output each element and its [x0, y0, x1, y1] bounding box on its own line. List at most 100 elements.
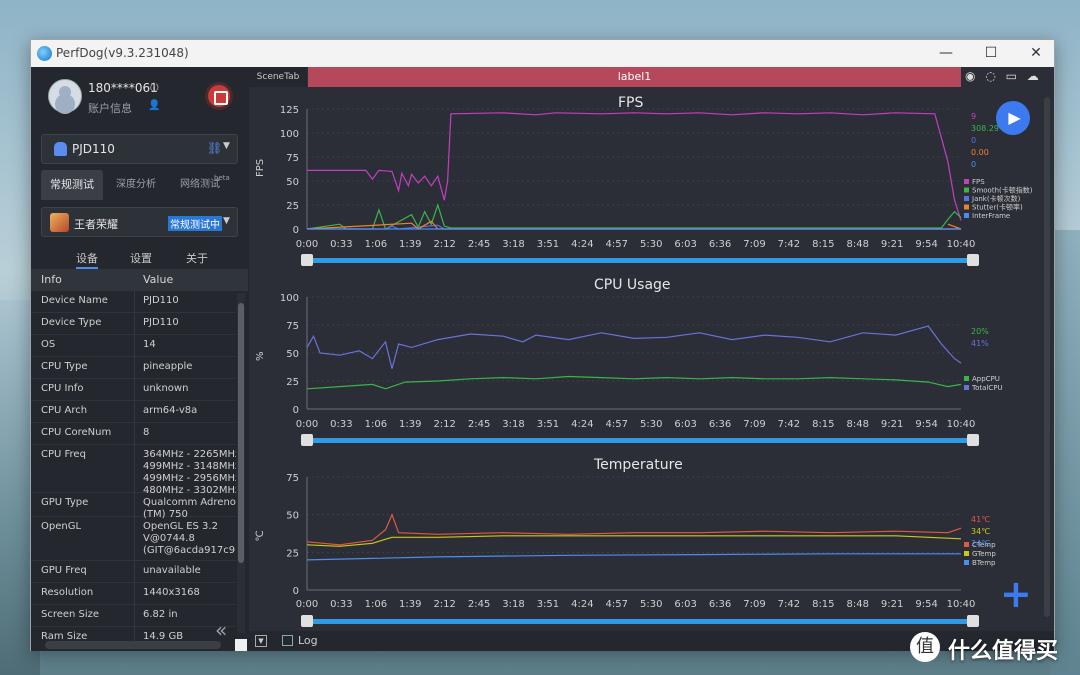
- row-separator: [134, 291, 135, 312]
- current-value-label: 41℃: [971, 515, 990, 524]
- info-value: PJD110: [143, 317, 179, 328]
- watermark-logo: 值: [910, 632, 940, 662]
- row-separator: [134, 493, 135, 516]
- location-pin-icon[interactable]: ◉: [965, 69, 975, 83]
- legend-label: FPS: [972, 178, 985, 186]
- stop-recording-button[interactable]: [205, 82, 233, 110]
- charts-svg: FPS FPS 0 25 50 75 100 125 0:00 0:33 1:06 1:39 2:12 2…: [255, 95, 1033, 627]
- legend-label: BTemp: [972, 559, 996, 567]
- x-tick-label: 4:57: [606, 419, 628, 430]
- info-key: Ram Size: [41, 631, 88, 641]
- logout-icon[interactable]: ⏻: [150, 81, 159, 95]
- scene-tab[interactable]: SceneTab: [249, 67, 307, 87]
- y-tick-label: 100: [280, 129, 299, 140]
- sidebar-horizontal-scrollbar[interactable]: [45, 641, 221, 649]
- current-value-label: 41%: [971, 339, 989, 348]
- current-value-label: 0: [971, 160, 976, 169]
- folder-icon[interactable]: ▭: [1006, 69, 1017, 83]
- current-value-label: 20%: [971, 327, 989, 336]
- x-tick-label: 5:30: [640, 599, 662, 610]
- legend-swatch: [964, 179, 969, 184]
- tab-device[interactable]: 设备: [76, 250, 98, 269]
- avatar[interactable]: [48, 79, 82, 113]
- info-value: unknown: [143, 383, 189, 394]
- slider-handle-left: [301, 254, 313, 266]
- info-value: arm64-v8a: [143, 405, 198, 416]
- sub-tabs: 设备 设置 关于: [31, 247, 249, 269]
- x-tick-label: 2:45: [468, 419, 490, 430]
- table-row: Ram Size 14.9 GB: [31, 627, 236, 641]
- chevron-down-icon[interactable]: ▼: [223, 216, 230, 226]
- table-row: GPU Freq unavailable: [31, 561, 236, 583]
- app-selector[interactable]: 王者荣耀 常规测试中 ▼: [41, 207, 238, 237]
- cloud-icon[interactable]: ☁: [1027, 69, 1039, 83]
- info-key: CPU CoreNum: [41, 427, 112, 438]
- series-line-0: [306, 375, 962, 390]
- x-tick-label: 6:03: [674, 599, 696, 610]
- tab-normal-test[interactable]: 常规测试: [41, 170, 103, 200]
- minimize-button[interactable]: —: [931, 42, 961, 64]
- log-expand-icon[interactable]: ▼: [255, 635, 267, 647]
- y-tick-label: 50: [286, 177, 299, 188]
- slider-handle-right: [967, 434, 979, 446]
- row-separator: [134, 335, 135, 356]
- tab-settings[interactable]: 设置: [130, 250, 152, 266]
- mode-tabs: 常规测试 深度分析 网络测试 beta: [41, 170, 238, 200]
- info-key: OpenGL: [41, 521, 82, 532]
- info-value: 14: [143, 339, 156, 350]
- x-tick-label: 1:06: [365, 599, 387, 610]
- x-tick-label: 6:36: [709, 419, 731, 430]
- x-tick-label: 1:39: [399, 599, 421, 610]
- column-header-value: Value: [143, 273, 174, 286]
- x-tick-label: 2:12: [433, 239, 455, 250]
- chart-1: CPU Usage% 0 25 50 75 100 0:00 0:33 1:06 1:39 2:12…: [255, 277, 1003, 446]
- x-tick-label: 3:18: [502, 239, 524, 250]
- table-row: Resolution 1440x3168: [31, 583, 236, 605]
- maximize-button[interactable]: ☐: [976, 42, 1006, 64]
- tab-deep-analysis[interactable]: 深度分析: [105, 170, 167, 200]
- slider-handle-left: [301, 434, 313, 446]
- y-tick-label: 75: [286, 321, 299, 332]
- x-tick-label: 1:06: [365, 239, 387, 250]
- chevron-down-icon[interactable]: ▼: [223, 141, 230, 151]
- scrollbar-thumb[interactable]: [238, 303, 244, 563]
- x-tick-label: 3:51: [537, 599, 559, 610]
- title-bar: PerfDog(v9.3.231048) — ☐ ✕: [31, 40, 1054, 67]
- collapse-sidebar-icon[interactable]: «: [215, 618, 227, 642]
- label-bar[interactable]: label1: [308, 67, 961, 87]
- perfdog-window: PerfDog(v9.3.231048) — ☐ ✕ 180****061 ⏻ …: [30, 39, 1055, 651]
- x-tick-label: 6:36: [709, 239, 731, 250]
- x-tick-label: 2:12: [433, 599, 455, 610]
- y-tick-label: 25: [286, 548, 299, 559]
- account-info-link[interactable]: 账户信息: [88, 100, 132, 116]
- watermark-text: 什么值得买: [948, 639, 1059, 664]
- table-row: CPU Info unknown: [31, 379, 236, 401]
- close-button[interactable]: ✕: [1021, 42, 1051, 64]
- y-axis-label: FPS: [255, 159, 266, 177]
- y-tick-label: 0: [293, 586, 299, 597]
- x-tick-label: 10:40: [947, 599, 976, 610]
- x-tick-label: 9:21: [881, 419, 903, 430]
- legend-swatch: [964, 213, 969, 218]
- connection-link-icon[interactable]: ⛓: [207, 141, 222, 155]
- row-separator: [134, 423, 135, 444]
- device-selector[interactable]: PJD110 ⛓ ▼: [41, 134, 238, 164]
- log-checkbox[interactable]: [282, 635, 293, 646]
- table-row: Device Name PJD110: [31, 291, 236, 313]
- x-tick-label: 4:24: [571, 419, 593, 430]
- user-settings-icon[interactable]: 👤: [148, 100, 160, 111]
- x-tick-label: 7:09: [743, 419, 765, 430]
- chart-title: CPU Usage: [594, 277, 671, 293]
- sidebar-scrollbar[interactable]: [237, 293, 245, 633]
- legend-label: TotalCPU: [971, 384, 1003, 392]
- legend-swatch: [964, 187, 969, 193]
- y-axis-label: %: [255, 351, 266, 361]
- bulb-icon[interactable]: ◌: [985, 69, 995, 83]
- current-value-label: 9: [971, 112, 976, 121]
- main-scrollbar[interactable]: [1044, 97, 1050, 617]
- tab-about[interactable]: 关于: [186, 250, 208, 266]
- add-chart-button[interactable]: +: [1000, 575, 1032, 613]
- x-tick-label: 7:09: [743, 239, 765, 250]
- resize-handle[interactable]: [235, 639, 247, 651]
- play-button[interactable]: ▶: [996, 101, 1030, 135]
